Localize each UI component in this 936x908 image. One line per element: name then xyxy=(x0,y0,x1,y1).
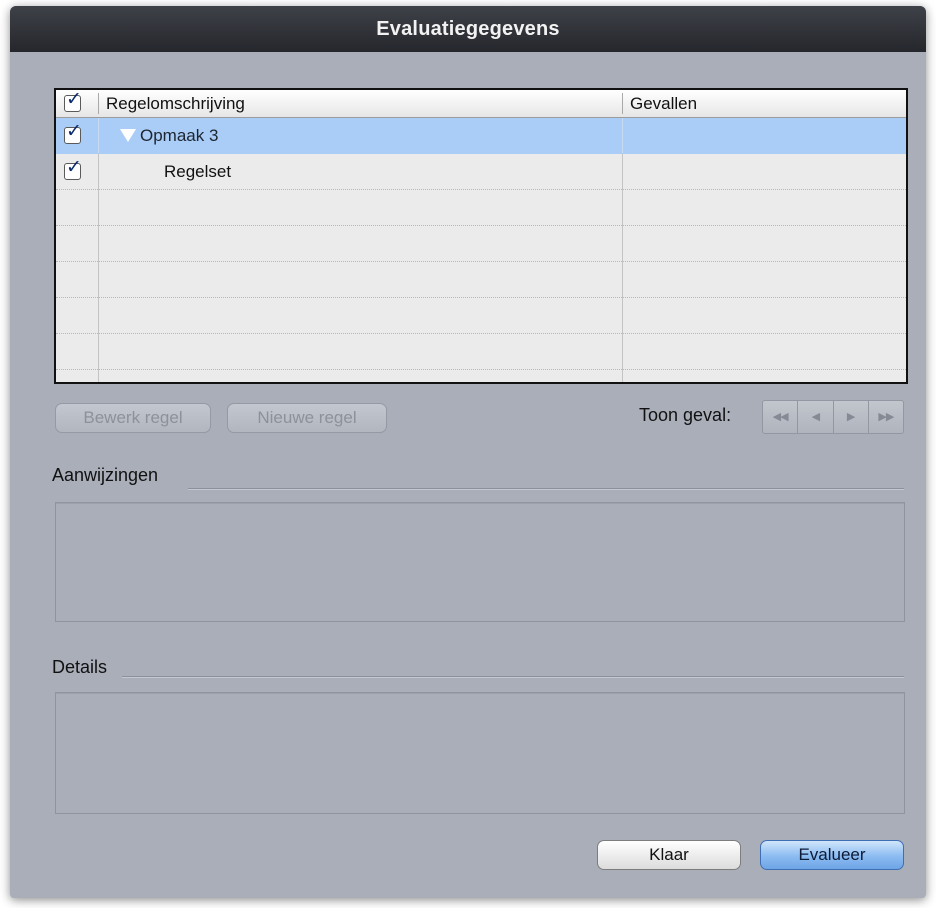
disclosure-triangle-icon[interactable] xyxy=(120,129,136,142)
details-label: Details xyxy=(52,657,108,677)
column-header-description[interactable]: Regelomschrijving xyxy=(106,90,245,117)
evaluate-button[interactable]: Evalueer xyxy=(760,840,904,870)
hints-panel xyxy=(55,502,905,622)
row-checkbox[interactable]: ✓ xyxy=(64,122,82,144)
empty-row xyxy=(56,262,906,298)
details-panel xyxy=(55,692,905,814)
previous-icon[interactable]: ◀ xyxy=(798,401,834,433)
row-label: Regelset xyxy=(164,162,232,181)
row-label: Opmaak 3 xyxy=(140,126,219,145)
table-header: ✓ Regelomschrijving Gevallen xyxy=(56,90,906,118)
column-divider xyxy=(98,118,99,153)
next-icon[interactable]: ▶ xyxy=(834,401,869,433)
first-icon[interactable]: ◀◀ xyxy=(763,401,799,433)
show-case-label: Toon geval: xyxy=(639,405,732,425)
header-divider xyxy=(98,93,99,114)
done-button[interactable]: Klaar xyxy=(597,840,741,870)
empty-row xyxy=(56,334,906,370)
header-divider xyxy=(622,93,623,114)
details-separator xyxy=(122,676,904,677)
edit-rule-button[interactable]: Bewerk regel xyxy=(55,403,211,433)
hints-label: Aanwijzingen xyxy=(52,465,159,485)
checkmark-icon: ✓ xyxy=(66,157,82,178)
select-all-checkbox[interactable]: ✓ xyxy=(64,90,82,112)
evaluation-dialog: Evaluatiegegevens ✓ Regelomschrijving Ge… xyxy=(10,6,926,898)
empty-row xyxy=(56,190,906,226)
new-rule-button[interactable]: Nieuwe regel xyxy=(227,403,387,433)
last-icon[interactable]: ▶▶ xyxy=(869,401,903,433)
row-checkbox[interactable]: ✓ xyxy=(64,158,82,180)
empty-row xyxy=(56,226,906,262)
dialog-title: Evaluatiegegevens xyxy=(10,6,926,52)
checkmark-icon: ✓ xyxy=(66,89,82,110)
empty-row xyxy=(56,298,906,334)
table-row[interactable]: ✓ Regelset xyxy=(56,154,906,190)
hints-separator xyxy=(188,488,904,489)
rules-table[interactable]: ✓ Regelomschrijving Gevallen ✓ Opmaak 3 … xyxy=(54,88,908,384)
case-navigation[interactable]: ◀◀ ◀ ▶ ▶▶ xyxy=(762,400,904,434)
column-header-cases[interactable]: Gevallen xyxy=(630,90,697,117)
checkmark-icon: ✓ xyxy=(66,121,82,142)
table-row[interactable]: ✓ Opmaak 3 xyxy=(56,118,906,154)
column-divider xyxy=(622,118,623,153)
